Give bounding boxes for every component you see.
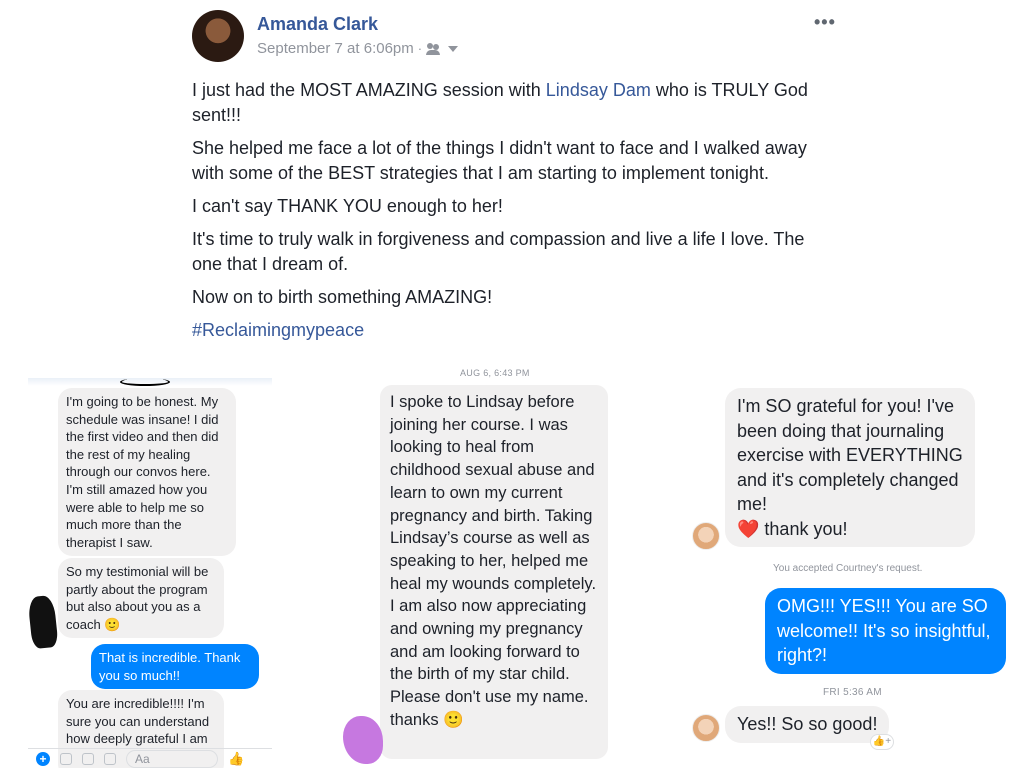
message-bubble-incoming: So my testimonial will be partly about t… — [58, 558, 224, 639]
post-paragraph-2: She helped me face a lot of the things I… — [192, 138, 807, 183]
like-reaction-icon[interactable]: 👍+ — [870, 734, 894, 750]
author-avatar[interactable] — [192, 10, 244, 62]
post-paragraph-5: Now on to birth something AMAZING! — [192, 287, 493, 307]
image-icon[interactable] — [82, 752, 94, 765]
system-note: You accepted Courtney's request. — [773, 563, 923, 574]
message-text: thank you! — [759, 518, 848, 539]
post-paragraph-4: It's time to truly walk in forgiveness a… — [192, 229, 805, 274]
message-bubble-incoming: I'm SO grateful for you! I've been doing… — [725, 388, 975, 547]
like-icon[interactable]: 👍 — [228, 751, 244, 767]
chat-timestamp: FRI 5:36 AM — [823, 687, 882, 698]
contact-avatar[interactable] — [692, 522, 720, 550]
message-bubble-incoming: I spoke to Lindsay before joining her co… — [380, 385, 608, 759]
message-bubble-incoming: Yes!! So so good! — [725, 706, 890, 743]
chat-timestamp: AUG 6, 6:43 PM — [460, 368, 530, 378]
chevron-down-icon[interactable] — [448, 45, 459, 52]
message-bubble-outgoing: OMG!!! YES!!! You are SO welcome!! It's … — [765, 588, 1006, 674]
message-bubble-outgoing: That is incredible. Thank you so much!! — [91, 644, 259, 690]
friends-icon[interactable] — [426, 42, 442, 55]
microphone-icon[interactable] — [104, 752, 116, 765]
message-composer: + Aa 👍 — [28, 748, 272, 768]
redacted-avatar — [28, 594, 59, 650]
plus-icon[interactable]: + — [36, 751, 50, 766]
post-paragraph-3: I can't say THANK YOU enough to her! — [192, 196, 503, 216]
redacted-avatar — [343, 716, 383, 764]
meta-separator: · — [417, 41, 423, 56]
hashtag-link[interactable]: #Reclaimingmypeace — [192, 318, 832, 343]
post-meta: September 7 at 6:06pm · — [257, 40, 459, 57]
post-timestamp[interactable]: September 7 at 6:06pm — [257, 40, 414, 57]
message-input[interactable]: Aa — [126, 749, 218, 768]
more-horizontal-icon[interactable]: ••• — [814, 12, 836, 33]
post-text: I just had the MOST AMAZING session with — [192, 80, 546, 100]
heart-icon: ❤️ — [737, 518, 760, 539]
post-body: I just had the MOST AMAZING session with… — [192, 78, 832, 351]
chat-panel-left: I'm going to be honest. My schedule was … — [28, 378, 272, 768]
contact-avatar[interactable] — [692, 714, 720, 742]
post-paragraph-1: I just had the MOST AMAZING session with… — [192, 78, 832, 128]
author-name[interactable]: Amanda Clark — [257, 14, 378, 35]
camera-icon[interactable] — [60, 752, 72, 765]
redaction-scribble — [120, 378, 170, 386]
message-bubble-incoming: I'm going to be honest. My schedule was … — [58, 388, 236, 557]
mention-link[interactable]: Lindsay Dam — [546, 80, 651, 100]
message-text: I'm SO grateful for you! I've been doing… — [737, 396, 963, 514]
